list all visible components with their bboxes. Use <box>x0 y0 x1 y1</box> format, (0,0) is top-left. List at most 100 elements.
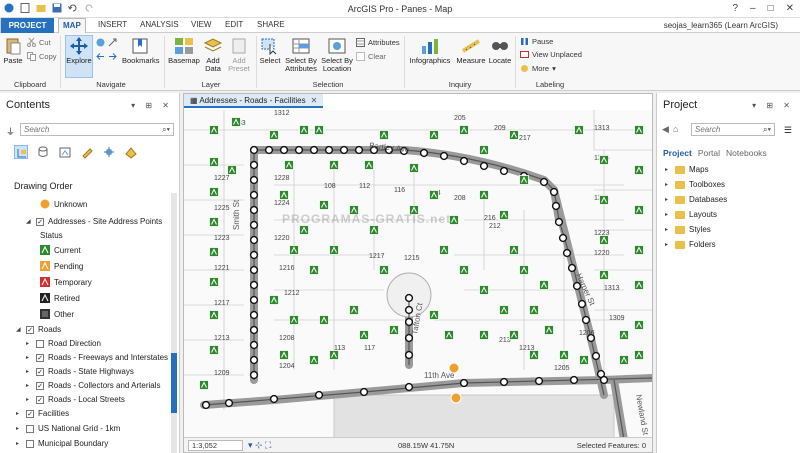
address-point[interactable] <box>284 160 294 170</box>
layer-addresses[interactable]: ◢ ✓ Addresses - Site Address Points <box>26 217 162 226</box>
road-vertex[interactable] <box>554 217 564 227</box>
help-icon[interactable]: ? <box>732 3 738 14</box>
expand-icon[interactable]: ▸ <box>665 166 671 173</box>
layer-us-national-grid[interactable]: ▸ US National Grid - 1km <box>16 424 120 433</box>
road-vertex[interactable] <box>249 235 259 245</box>
road-vertex[interactable] <box>249 265 259 275</box>
road-vertex[interactable] <box>551 201 561 211</box>
road-vertex[interactable] <box>249 145 259 155</box>
address-point[interactable] <box>509 245 519 255</box>
address-point[interactable] <box>329 350 339 360</box>
road-vertex[interactable] <box>479 161 489 171</box>
address-point[interactable] <box>499 305 509 315</box>
select-button[interactable]: Select <box>258 37 282 65</box>
forward-arrow-icon[interactable] <box>108 52 117 61</box>
expand-icon[interactable]: ▸ <box>16 410 22 417</box>
select-by-location-button[interactable]: Select By Location <box>320 37 354 73</box>
list-by-selection-icon[interactable] <box>58 145 72 159</box>
address-point[interactable] <box>444 330 454 340</box>
layer-roads[interactable]: ◢ ✓ Roads <box>16 325 61 334</box>
address-point[interactable] <box>209 247 219 257</box>
road-vertex[interactable] <box>279 145 289 155</box>
road-vertex[interactable] <box>567 263 577 273</box>
search-icon[interactable]: ⌕▾ <box>763 125 771 135</box>
address-point[interactable] <box>227 165 237 175</box>
tab-view[interactable]: VIEW <box>191 20 211 29</box>
road-vertex[interactable] <box>249 280 259 290</box>
road-vertex[interactable] <box>539 177 549 187</box>
map-scale-box[interactable]: 1:3,052 <box>188 440 243 451</box>
address-point[interactable] <box>634 125 644 135</box>
road-vertex[interactable] <box>324 145 334 155</box>
road-vertex[interactable] <box>249 295 259 305</box>
address-point[interactable] <box>209 277 219 287</box>
address-point[interactable] <box>479 190 489 200</box>
address-point[interactable] <box>479 285 489 295</box>
search-icon[interactable]: ⌕▾ <box>162 125 170 135</box>
address-point[interactable] <box>279 350 289 360</box>
add-data-button[interactable]: Add Data <box>202 37 224 73</box>
address-point[interactable] <box>519 265 529 275</box>
locate-button[interactable]: Locate <box>488 37 512 65</box>
tab-portal[interactable]: Portal <box>698 148 720 158</box>
address-point[interactable] <box>199 380 209 390</box>
project-item-styles[interactable]: ▸ Styles <box>665 225 711 234</box>
address-point[interactable] <box>364 160 374 170</box>
address-point[interactable] <box>459 125 469 135</box>
expand-icon[interactable]: ▸ <box>665 226 671 233</box>
tab-project-catalog[interactable]: Project <box>663 148 692 158</box>
view-unplaced-button[interactable]: View Unplaced <box>520 50 582 59</box>
address-point[interactable] <box>329 160 339 170</box>
address-point[interactable] <box>634 350 644 360</box>
clear-selection-button[interactable]: Clear <box>356 52 386 61</box>
zoom-full-button[interactable] <box>96 38 117 47</box>
address-point[interactable] <box>429 130 439 140</box>
contents-pane-controls[interactable]: ▾ ⊞ ✕ <box>131 101 173 110</box>
layer-checkbox[interactable] <box>26 439 34 448</box>
road-vertex[interactable] <box>309 145 319 155</box>
basemap-button[interactable]: Basemap <box>168 37 200 65</box>
layer-checkbox[interactable]: ✓ <box>36 395 44 404</box>
road-vertex[interactable] <box>249 190 259 200</box>
status-bar-tools[interactable]: ▾ ⊹ ⛶ <box>248 440 271 451</box>
contents-search[interactable]: ⌕▾ <box>20 123 174 136</box>
layer-roads-collectors[interactable]: ▸ ✓ Roads - Collectors and Arterials <box>26 381 161 390</box>
road-vertex[interactable] <box>249 250 259 260</box>
contents-scrollbar[interactable] <box>171 193 177 453</box>
address-point[interactable] <box>309 265 319 275</box>
copy-button[interactable]: Copy <box>27 52 57 61</box>
layer-road-direction[interactable]: ▸ Road Direction <box>26 339 101 348</box>
address-point[interactable] <box>599 195 609 205</box>
expand-icon[interactable]: ◢ <box>16 326 22 333</box>
tab-map[interactable]: MAP <box>58 18 86 34</box>
address-point[interactable] <box>279 190 289 200</box>
address-point[interactable] <box>349 305 359 315</box>
expand-icon[interactable]: ▸ <box>665 181 671 188</box>
road-vertex[interactable] <box>249 175 259 185</box>
address-point[interactable] <box>479 330 489 340</box>
address-point[interactable] <box>314 125 324 135</box>
road-vertex[interactable] <box>562 248 572 258</box>
layer-facilities[interactable]: ▸ ✓ Facilities <box>16 409 69 418</box>
expand-icon[interactable]: ▸ <box>665 196 671 203</box>
road-vertex[interactable] <box>249 160 259 170</box>
address-point[interactable] <box>509 330 519 340</box>
layer-checkbox[interactable]: ✓ <box>26 325 34 334</box>
address-point[interactable] <box>579 355 589 365</box>
close-tab-icon[interactable]: ✕ <box>311 96 318 105</box>
address-point[interactable] <box>539 280 549 290</box>
road-vertex[interactable] <box>404 382 414 392</box>
more-button[interactable]: More ▾ <box>520 64 556 73</box>
previous-extent-button[interactable] <box>96 52 117 61</box>
list-by-snapping-icon[interactable] <box>102 145 116 159</box>
address-point[interactable] <box>389 325 399 335</box>
address-point[interactable] <box>559 350 569 360</box>
expand-icon[interactable]: ▸ <box>26 368 32 375</box>
road-vertex[interactable] <box>249 340 259 350</box>
address-point[interactable] <box>599 235 609 245</box>
road-vertex[interactable] <box>354 145 364 155</box>
map-view-tab[interactable]: ▦ Addresses - Roads - Facilities ✕ <box>184 94 324 108</box>
attributes-button[interactable]: Attributes <box>356 38 400 47</box>
layer-checkbox[interactable]: ✓ <box>36 217 44 226</box>
road-vertex[interactable] <box>249 205 259 215</box>
